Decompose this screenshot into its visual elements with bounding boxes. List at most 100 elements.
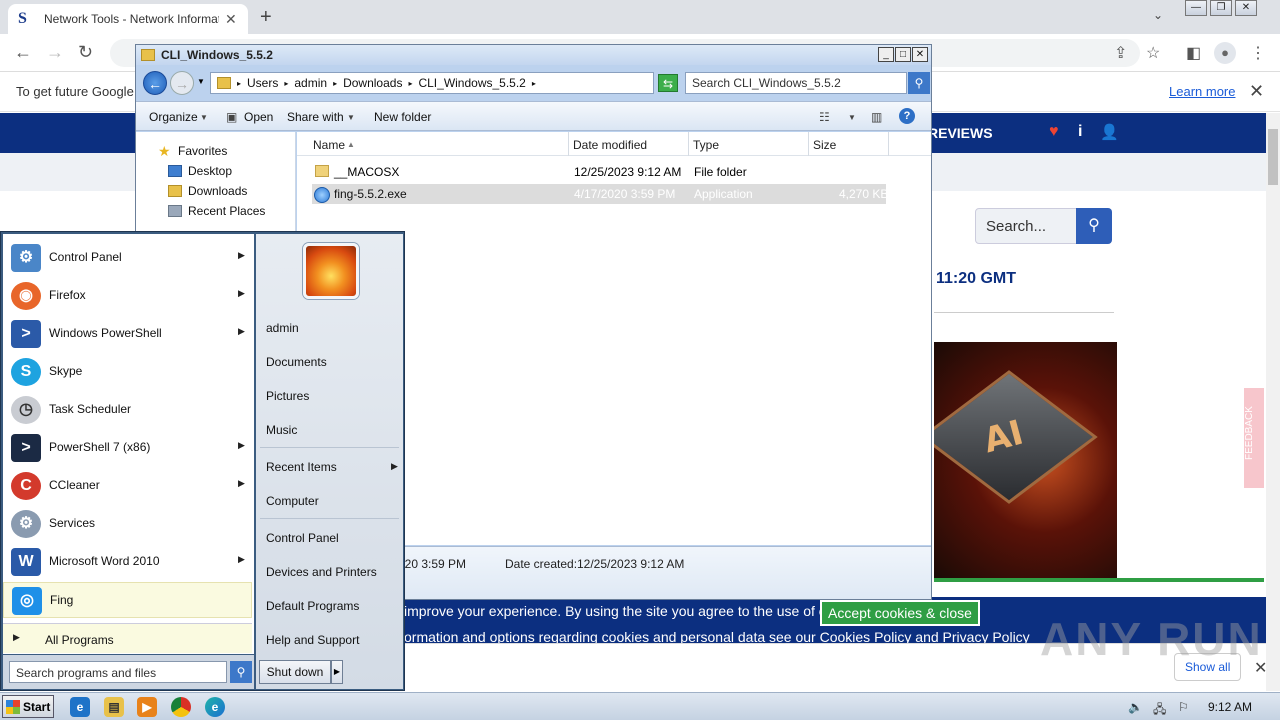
explorer-search-input[interactable]: Search CLI_Windows_5.5.2 <box>685 72 907 94</box>
explorer-icon[interactable]: ▤ <box>104 697 124 717</box>
menu-kebab-icon[interactable]: ⋮ <box>1250 43 1266 63</box>
side-panel-icon[interactable]: ◧ <box>1186 43 1201 63</box>
breadcrumb-chevron-icon[interactable]: ▸ <box>408 79 412 88</box>
feedback-tab[interactable]: FEEDBACK <box>1244 388 1264 488</box>
program-firefox[interactable]: ◉ Firefox ▶ <box>3 278 252 314</box>
start-button[interactable]: Start <box>2 695 54 718</box>
search-icon[interactable]: ⚲ <box>1076 208 1112 244</box>
all-programs-button[interactable]: ▶ All Programs <box>3 623 252 653</box>
explorer-forward-icon[interactable]: → <box>170 71 194 95</box>
breadcrumb-chevron-icon[interactable]: ▸ <box>333 79 337 88</box>
browser-tab[interactable]: S Network Tools - Network Information ✕ <box>8 4 248 34</box>
place-pictures[interactable]: Pictures <box>266 389 309 403</box>
forward-arrow-icon[interactable]: → <box>46 42 64 63</box>
place-documents[interactable]: Documents <box>266 355 327 369</box>
program-control-panel[interactable]: ⚙ Control Panel ▶ <box>3 240 252 276</box>
chrome-icon[interactable] <box>171 697 191 717</box>
back-arrow-icon[interactable]: ← <box>14 42 32 63</box>
view-chevron-icon[interactable]: ▼ <box>848 113 856 122</box>
taskbar-clock[interactable]: 9:12 AM <box>1208 700 1252 714</box>
minimize-button[interactable]: — <box>1185 0 1207 16</box>
program-word-2010[interactable]: W Microsoft Word 2010 ▶ <box>3 544 252 580</box>
user-icon[interactable]: 👤 <box>1100 123 1119 141</box>
new-folder-button[interactable]: New folder <box>374 110 431 124</box>
bookmark-star-icon[interactable]: ☆ <box>1146 43 1160 63</box>
place-computer[interactable]: Computer <box>266 494 319 508</box>
user-avatar[interactable] <box>303 243 359 299</box>
place-music[interactable]: Music <box>266 423 297 437</box>
breadcrumb-chevron-icon[interactable]: ▸ <box>284 79 288 88</box>
program-windows-powershell[interactable]: > Windows PowerShell ▶ <box>3 316 252 352</box>
explorer-titlebar[interactable]: CLI_Windows_5.5.2 _ □ ✕ <box>136 45 931 65</box>
tab-close-icon[interactable]: ✕ <box>225 11 237 28</box>
column-date-modified[interactable]: Date modified <box>573 138 647 152</box>
program-ccleaner[interactable]: C CCleaner ▶ <box>3 468 252 504</box>
explorer-close-button[interactable]: ✕ <box>912 47 928 62</box>
edge-icon[interactable]: e <box>205 697 225 717</box>
place-devices-printers[interactable]: Devices and Printers <box>266 565 377 579</box>
explorer-address-bar[interactable]: ▸ Users ▸ admin ▸ Downloads ▸ CLI_Window… <box>210 72 720 94</box>
share-with-button[interactable]: Share with <box>287 110 344 124</box>
organize-button[interactable]: Organize <box>149 110 198 124</box>
program-task-scheduler[interactable]: ◷ Task Scheduler <box>3 392 252 428</box>
program-skype[interactable]: S Skype <box>3 354 252 390</box>
nav-reviews-link[interactable]: REVIEWS <box>928 125 993 141</box>
ie-icon[interactable]: e <box>70 697 90 717</box>
search-icon[interactable]: ⚲ <box>908 72 930 94</box>
column-type[interactable]: Type <box>693 138 719 152</box>
learn-more-link[interactable]: Learn more <box>1169 84 1235 99</box>
recent-pages-chevron-icon[interactable]: ▼ <box>197 77 205 86</box>
organize-chevron-icon[interactable]: ▼ <box>200 113 208 122</box>
share-chevron-icon[interactable]: ▼ <box>347 113 355 122</box>
ai-chip-image[interactable]: AI <box>934 342 1117 578</box>
place-help-support[interactable]: Help and Support <box>266 633 359 647</box>
program-powershell-7[interactable]: > PowerShell 7 (x86) ▶ <box>3 430 252 466</box>
close-button[interactable]: ✕ <box>1235 0 1257 16</box>
view-options-icon[interactable]: ☷ <box>819 110 830 124</box>
file-row-fing-exe[interactable]: fing-5.5.2.exe 4/17/2020 3:59 PM Applica… <box>312 184 888 204</box>
breadcrumb-users[interactable]: Users <box>247 76 278 90</box>
reload-icon[interactable]: ↻ <box>78 42 93 63</box>
accept-cookies-button[interactable]: Accept cookies & close <box>820 600 980 626</box>
explorer-back-icon[interactable]: ← <box>143 71 167 95</box>
shutdown-options-arrow-icon[interactable]: ▶ <box>331 660 343 684</box>
column-size[interactable]: Size <box>813 138 836 152</box>
program-services[interactable]: ⚙ Services <box>3 506 252 542</box>
program-fing[interactable]: ◎ Fing <box>3 582 252 618</box>
tab-search-chevron-icon[interactable]: ⌄ <box>1153 8 1163 22</box>
speaker-icon[interactable]: 🔈 <box>1128 700 1143 714</box>
breadcrumb-current-folder[interactable]: CLI_Windows_5.5.2 <box>418 76 525 90</box>
profile-avatar-icon[interactable]: ● <box>1214 42 1236 64</box>
breadcrumb-chevron-icon[interactable]: ▸ <box>532 79 536 88</box>
explorer-maximize-button[interactable]: □ <box>895 47 911 62</box>
breadcrumb-admin[interactable]: admin <box>294 76 327 90</box>
preview-pane-icon[interactable]: ▥ <box>871 110 882 124</box>
place-admin[interactable]: admin <box>266 321 299 335</box>
refresh-icon[interactable]: ⇆ <box>658 74 678 92</box>
open-icon[interactable]: ▣ <box>226 110 237 124</box>
help-icon[interactable]: ? <box>899 108 915 124</box>
infobar-close-icon[interactable]: ✕ <box>1249 81 1264 102</box>
open-button[interactable]: Open <box>244 110 273 124</box>
share-icon[interactable]: ⇪ <box>1114 43 1127 63</box>
start-search-input[interactable]: Search programs and files <box>9 661 227 683</box>
media-player-icon[interactable]: ▶ <box>137 697 157 717</box>
nav-downloads[interactable]: Downloads <box>168 184 247 198</box>
info-icon[interactable]: i <box>1078 123 1082 141</box>
new-tab-button[interactable]: + <box>260 6 272 29</box>
network-icon[interactable]: 🖧 <box>1153 700 1166 720</box>
breadcrumb-downloads[interactable]: Downloads <box>343 76 402 90</box>
nav-recent-places[interactable]: Recent Places <box>168 204 265 218</box>
shutdown-button[interactable]: Shut down <box>259 660 331 684</box>
search-icon[interactable]: ⚲ <box>230 661 252 683</box>
site-search-input[interactable]: Search... <box>975 208 1077 244</box>
column-name[interactable]: Name <box>313 138 345 152</box>
column-divider[interactable] <box>808 132 809 156</box>
place-default-programs[interactable]: Default Programs <box>266 599 359 613</box>
place-control-panel[interactable]: Control Panel <box>266 531 339 545</box>
column-divider[interactable] <box>568 132 569 156</box>
nav-desktop[interactable]: Desktop <box>168 164 232 178</box>
explorer-minimize-button[interactable]: _ <box>878 47 894 62</box>
column-divider[interactable] <box>688 132 689 156</box>
column-divider[interactable] <box>888 132 889 156</box>
